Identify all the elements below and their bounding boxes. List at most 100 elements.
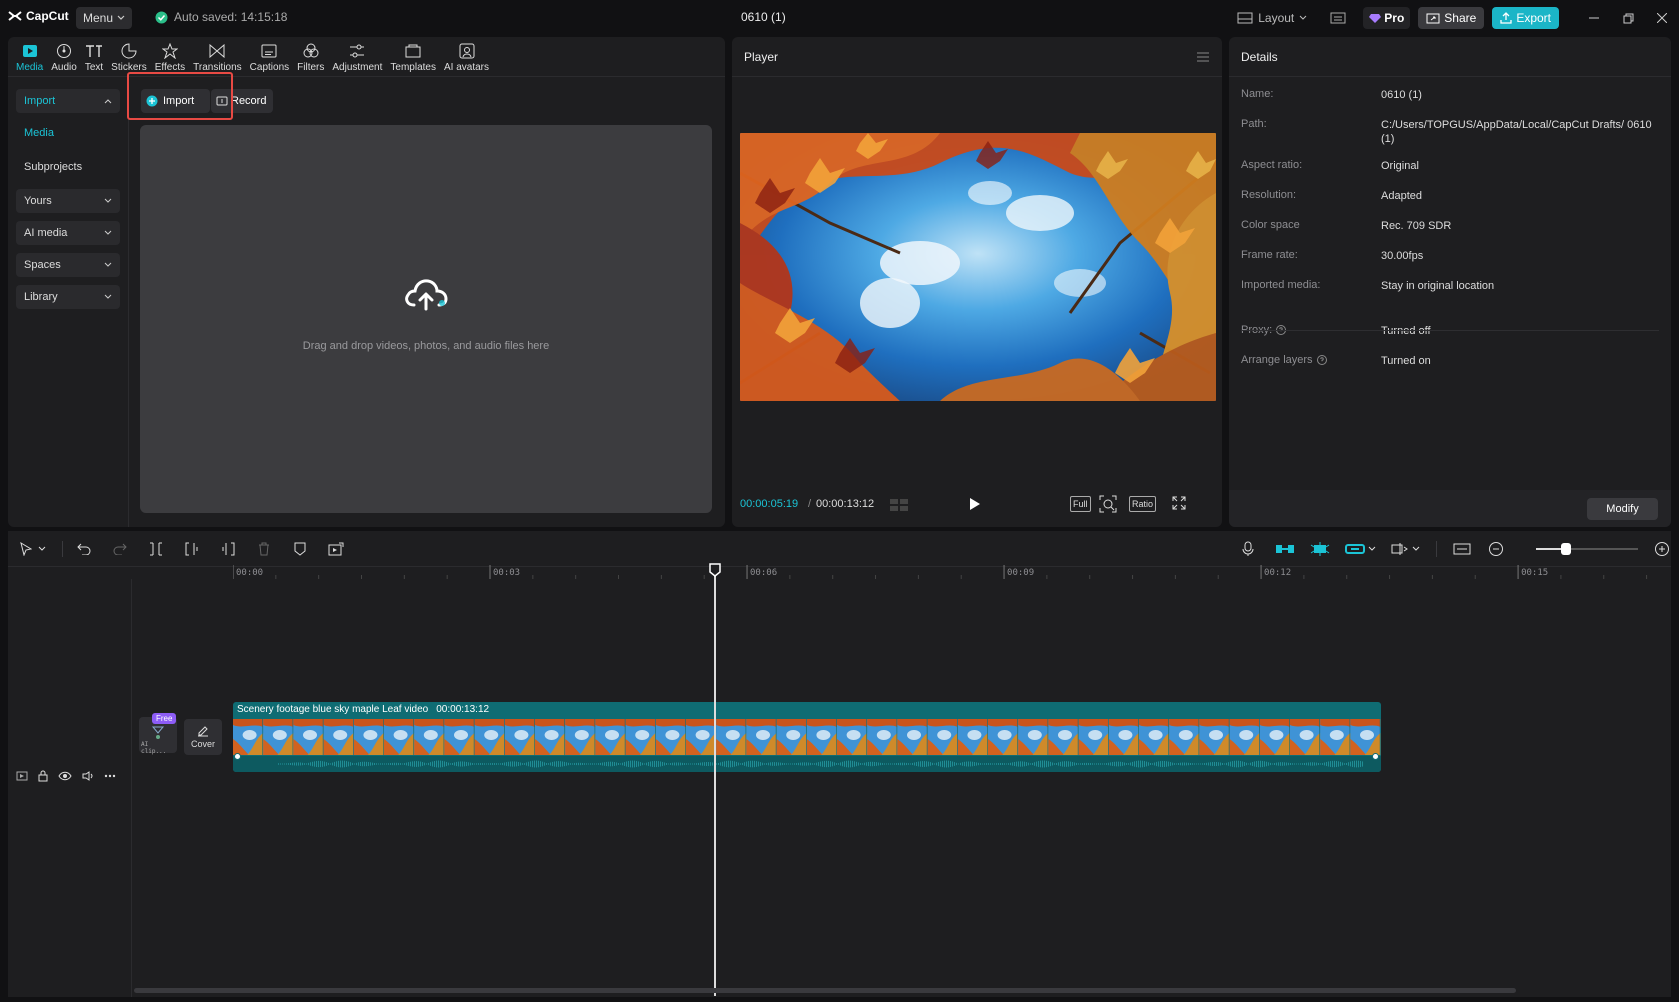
- tab-audio[interactable]: Audio: [47, 37, 81, 77]
- time-ruler[interactable]: 00:00 00:03 00:06 00:09 00:12 00:15: [233, 565, 1671, 579]
- detail-key: Name:: [1241, 88, 1381, 102]
- chevron-down-icon[interactable]: [1366, 540, 1378, 558]
- detail-value: 0610 (1): [1381, 89, 1422, 101]
- fullscreen-icon[interactable]: [1172, 496, 1186, 510]
- tab-label: AI avatars: [443, 62, 490, 73]
- full-quality-button[interactable]: Full: [1070, 496, 1091, 512]
- hamburger-menu-icon[interactable]: [1196, 52, 1210, 62]
- ruler-tick-label: 00:03: [493, 568, 521, 578]
- detail-key: Arrange layers: [1241, 354, 1381, 368]
- tab-stickers[interactable]: Stickers: [107, 37, 151, 77]
- menu-button[interactable]: Menu: [76, 7, 132, 29]
- player-controls: 00:00:05:19 / 00:00:13:12 Full Ratio: [732, 490, 1222, 520]
- zoom-slider-track[interactable]: [1536, 548, 1638, 550]
- ratio-button[interactable]: Ratio: [1129, 496, 1157, 512]
- eye-icon[interactable]: [58, 771, 72, 781]
- lock-icon[interactable]: [38, 770, 48, 782]
- minimize-icon[interactable]: [1577, 6, 1611, 30]
- autosave-status: Auto saved: 14:15:18: [155, 10, 287, 24]
- fit-timeline-icon[interactable]: [1452, 540, 1472, 558]
- tab-templates[interactable]: Templates: [386, 37, 440, 77]
- preview-axis-icon[interactable]: [1388, 540, 1412, 558]
- split-right-icon[interactable]: [218, 540, 238, 558]
- split-icon[interactable]: [146, 540, 166, 558]
- play-button[interactable]: [969, 497, 981, 511]
- tab-ai-avatars[interactable]: AI avatars: [440, 37, 493, 77]
- help-icon[interactable]: [1316, 355, 1327, 366]
- timecode-separator: /: [808, 498, 812, 510]
- undo-icon[interactable]: [74, 540, 94, 558]
- timeline-panel: 00:00 00:03 00:06 00:09 00:12 00:15 AI clip..…: [8, 531, 1671, 997]
- speaker-icon[interactable]: [82, 771, 94, 781]
- timeline-grid-icon[interactable]: [890, 499, 908, 511]
- layout-button[interactable]: Layout: [1237, 11, 1307, 25]
- video-clip[interactable]: Scenery footage blue sky maple Leaf vide…: [233, 702, 1381, 772]
- playhead-handle[interactable]: [709, 563, 722, 577]
- tab-adjustment[interactable]: Adjustment: [328, 37, 386, 77]
- modify-button[interactable]: Modify: [1587, 498, 1658, 520]
- free-badge: Free: [152, 713, 177, 724]
- shortcuts-icon[interactable]: [1321, 6, 1355, 30]
- tab-effects[interactable]: Effects: [151, 37, 189, 77]
- tab-captions[interactable]: Captions: [246, 37, 293, 77]
- export-button[interactable]: Export: [1492, 7, 1559, 29]
- sidebar-item-import[interactable]: Import: [16, 89, 120, 113]
- timeline-horizontal-scrollbar[interactable]: [134, 988, 1516, 993]
- detail-key-text: Name:: [1241, 88, 1274, 100]
- detail-key-text: Color space: [1241, 219, 1300, 231]
- track-cover-icon[interactable]: [16, 771, 28, 781]
- check-circle-icon: [155, 11, 168, 23]
- tab-text[interactable]: Text: [81, 37, 107, 77]
- split-left-icon[interactable]: [182, 540, 202, 558]
- delete-icon[interactable]: [254, 540, 274, 558]
- sidebar-item-media[interactable]: Media: [16, 121, 120, 145]
- clip-left-handle[interactable]: [234, 753, 241, 760]
- sidebar-item-ai-media[interactable]: AI media: [16, 221, 120, 245]
- detail-row: Frame rate: 30.00fps: [1241, 249, 1661, 263]
- media-panel: Media Audio Text Stickers Effects Transitions…: [8, 37, 725, 527]
- video-preview[interactable]: [740, 133, 1216, 401]
- clip-filmstrip: [233, 719, 1381, 755]
- detail-key: Imported media:: [1241, 279, 1381, 293]
- ruler-tick-label: 00:09: [1007, 568, 1035, 578]
- auto-snap-icon[interactable]: [1308, 540, 1332, 558]
- detail-value: 30.00fps: [1381, 250, 1424, 262]
- tab-transitions[interactable]: Transitions: [189, 37, 246, 77]
- stickers-icon: [121, 42, 137, 60]
- export-icon: [1500, 12, 1512, 24]
- marker-icon[interactable]: [290, 540, 310, 558]
- timeline-toolbar: [8, 531, 1671, 567]
- freeze-frame-icon[interactable]: [326, 540, 346, 558]
- clip-right-handle[interactable]: [1372, 753, 1379, 760]
- media-drop-zone[interactable]: Drag and drop videos, photos, and audio …: [140, 125, 712, 513]
- pro-button[interactable]: Pro: [1363, 7, 1411, 29]
- zoom-slider-thumb[interactable]: [1561, 543, 1571, 555]
- zoom-in-icon[interactable]: [1652, 540, 1672, 558]
- zoom-out-icon[interactable]: [1486, 540, 1506, 558]
- cover-button[interactable]: Cover: [184, 719, 222, 755]
- tab-label: Adjustment: [332, 62, 383, 73]
- chevron-down-icon[interactable]: [1410, 540, 1422, 558]
- layout-icon: [1237, 12, 1253, 24]
- main-track-magnet-icon[interactable]: [1273, 540, 1297, 558]
- restore-icon[interactable]: [1611, 6, 1645, 30]
- microphone-icon[interactable]: [1238, 540, 1258, 558]
- close-icon[interactable]: [1645, 6, 1679, 30]
- sidebar-item-library[interactable]: Library: [16, 285, 120, 309]
- zoom-fit-icon[interactable]: [1099, 495, 1117, 513]
- share-button[interactable]: Share: [1418, 7, 1485, 29]
- sidebar-item-spaces[interactable]: Spaces: [16, 253, 120, 277]
- tab-media[interactable]: Media: [12, 37, 47, 77]
- maple-sky-frame: [740, 133, 1216, 401]
- sidebar-item-subprojects[interactable]: Subprojects: [16, 155, 120, 179]
- filters-icon: [303, 42, 319, 60]
- tab-filters[interactable]: Filters: [293, 37, 328, 77]
- select-tool-icon[interactable]: [16, 540, 36, 558]
- more-icon[interactable]: [104, 774, 116, 778]
- chevron-down-icon: [104, 230, 112, 236]
- playhead[interactable]: [714, 566, 717, 996]
- chevron-down-icon[interactable]: [36, 540, 48, 558]
- sidebar-item-yours[interactable]: Yours: [16, 189, 120, 213]
- redo-icon[interactable]: [110, 540, 130, 558]
- linkage-icon[interactable]: [1343, 540, 1367, 558]
